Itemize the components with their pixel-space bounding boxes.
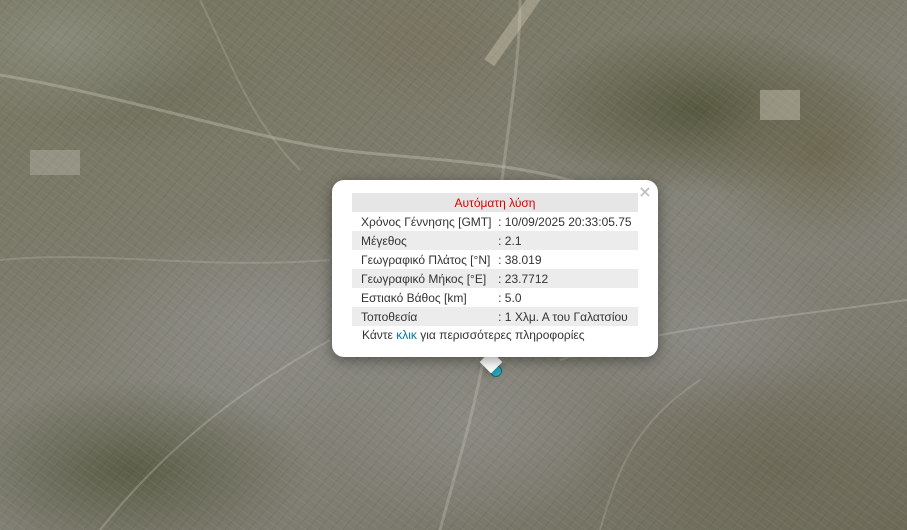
row-label: Τοποθεσία (352, 307, 499, 326)
row-value: : 2.1 (498, 231, 638, 250)
row-label: Γεωγραφικό Μήκος [°E] (352, 269, 499, 288)
more-suffix: για περισσότερες πληροφορίες (416, 328, 585, 342)
popup-title: Αυτόματη λύση (352, 193, 638, 212)
more-info-text: Κάντε κλικ για περισσότερες πληροφορίες (362, 328, 585, 342)
row-label: Μέγεθος (352, 231, 499, 250)
close-icon[interactable]: × (637, 184, 653, 200)
row-label: Γεωγραφικό Πλάτος [°N] (361, 252, 491, 267)
info-table: Αυτόματη λύση Χρόνος Γέννησης [GMT] : 10… (352, 193, 638, 326)
row-label: Εστιακό Βάθος [km] (361, 290, 467, 305)
row-label: Χρόνος Γέννησης [GMT] (361, 214, 492, 229)
row-value: : 5.0 (498, 290, 522, 305)
info-popup: × Αυτόματη λύση Χρόνος Γέννησης [GMT] : … (332, 180, 658, 357)
row-value: : 23.7712 (498, 269, 638, 288)
more-info-link[interactable]: κλικ (396, 328, 417, 342)
row-value: : 38.019 (498, 252, 542, 267)
row-value: : 1 Χλμ. Α του Γαλατσίου (498, 307, 638, 326)
row-value: : 10/09/2025 20:33:05.75 (498, 214, 632, 229)
more-prefix: Κάντε (362, 328, 397, 342)
